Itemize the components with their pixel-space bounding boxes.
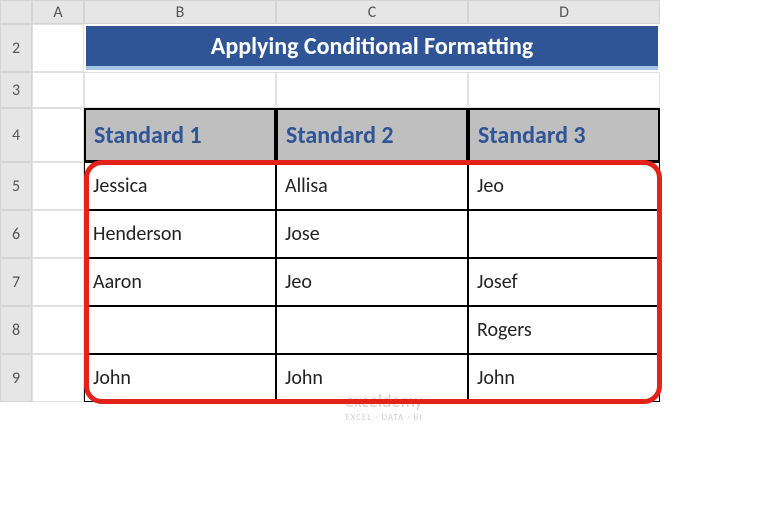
cell-D7[interactable]: Josef <box>468 258 660 306</box>
col-header-C[interactable]: C <box>276 0 468 24</box>
row-header-5[interactable]: 5 <box>0 162 32 210</box>
spreadsheet-grid: A B C D 2 Applying Conditional Formattin… <box>0 0 768 402</box>
table-header-standard3[interactable]: Standard 3 <box>468 108 660 162</box>
cell-D6[interactable] <box>468 210 660 258</box>
cell-B9[interactable]: John <box>84 354 276 402</box>
cell-C5[interactable]: Allisa <box>276 162 468 210</box>
cell-C9[interactable]: John <box>276 354 468 402</box>
cell-A7[interactable] <box>32 258 84 306</box>
cell-A9[interactable] <box>32 354 84 402</box>
cell-B3[interactable] <box>84 72 276 108</box>
cell-D3[interactable] <box>468 72 660 108</box>
cell-A5[interactable] <box>32 162 84 210</box>
row-header-7[interactable]: 7 <box>0 258 32 306</box>
cell-A6[interactable] <box>32 210 84 258</box>
col-header-A[interactable]: A <box>32 0 84 24</box>
row-header-2[interactable]: 2 <box>0 24 32 72</box>
title-merged-cell[interactable]: Applying Conditional Formatting <box>84 24 660 72</box>
row-header-9[interactable]: 9 <box>0 354 32 402</box>
cell-B7[interactable]: Aaron <box>84 258 276 306</box>
cell-D5[interactable]: Jeo <box>468 162 660 210</box>
cell-A2[interactable] <box>32 24 84 72</box>
row-header-6[interactable]: 6 <box>0 210 32 258</box>
cell-C6[interactable]: Jose <box>276 210 468 258</box>
cell-D8[interactable]: Rogers <box>468 306 660 354</box>
row-header-8[interactable]: 8 <box>0 306 32 354</box>
cell-B5[interactable]: Jessica <box>84 162 276 210</box>
cell-A3[interactable] <box>32 72 84 108</box>
row-header-4[interactable]: 4 <box>0 108 32 162</box>
col-header-D[interactable]: D <box>468 0 660 24</box>
title-band: Applying Conditional Formatting <box>86 26 658 70</box>
cell-C7[interactable]: Jeo <box>276 258 468 306</box>
title-text: Applying Conditional Formatting <box>211 32 533 61</box>
cell-A8[interactable] <box>32 306 84 354</box>
col-header-B[interactable]: B <box>84 0 276 24</box>
cell-B6[interactable]: Henderson <box>84 210 276 258</box>
row-header-3[interactable]: 3 <box>0 72 32 108</box>
table-header-standard2[interactable]: Standard 2 <box>276 108 468 162</box>
cell-C8[interactable] <box>276 306 468 354</box>
table-header-standard1[interactable]: Standard 1 <box>84 108 276 162</box>
cell-A4[interactable] <box>32 108 84 162</box>
cell-D9[interactable]: John <box>468 354 660 402</box>
watermark-tagline: EXCEL · DATA · BI <box>345 412 422 423</box>
select-all-corner[interactable] <box>0 0 32 24</box>
cell-C3[interactable] <box>276 72 468 108</box>
cell-B8[interactable] <box>84 306 276 354</box>
